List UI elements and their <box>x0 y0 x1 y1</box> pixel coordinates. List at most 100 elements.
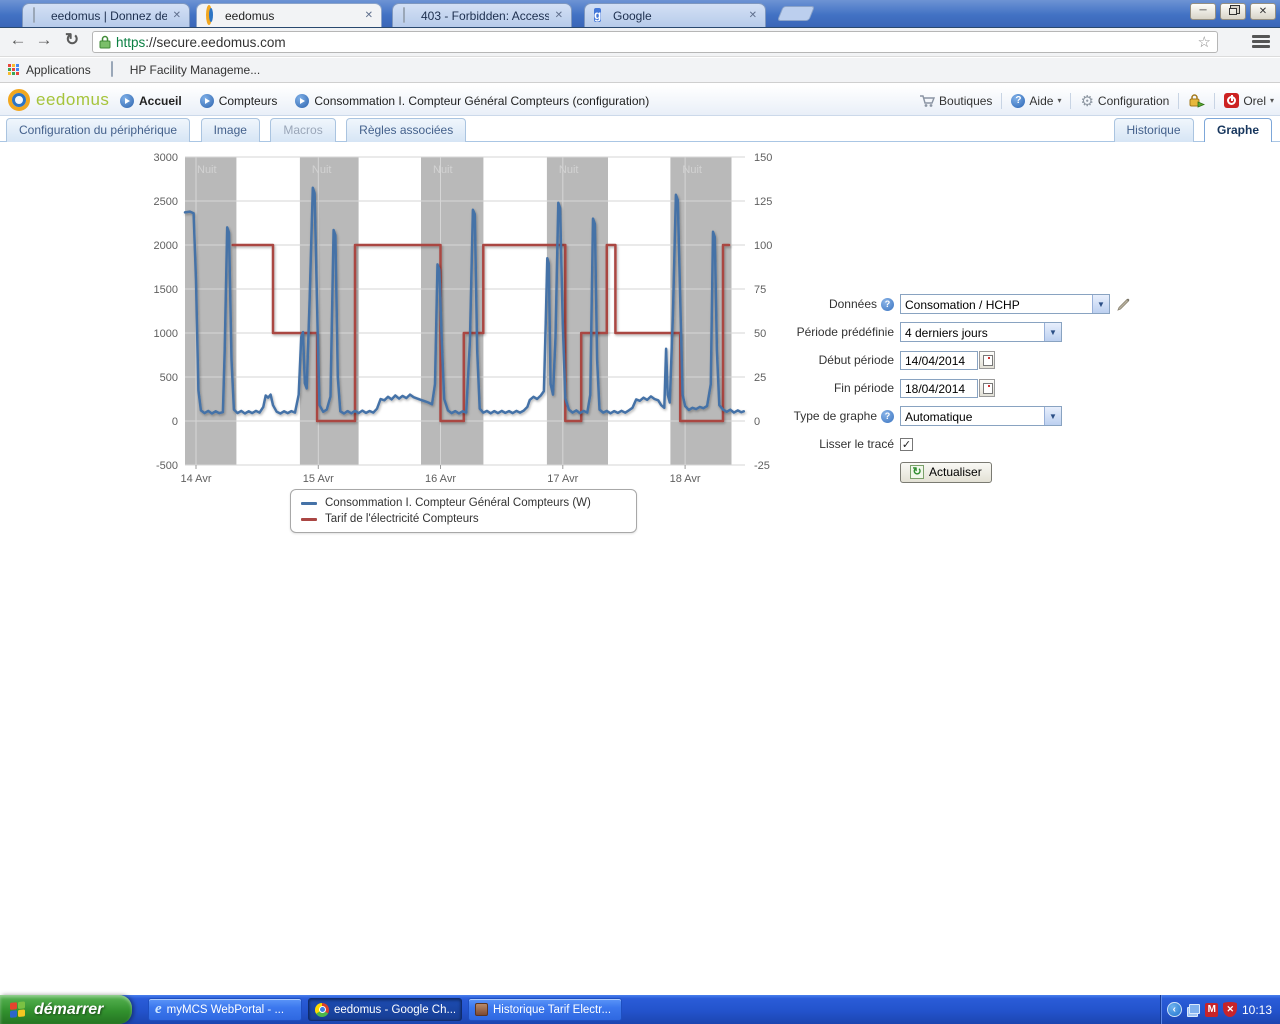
tray-collapse-icon[interactable]: ‹ <box>1167 1002 1182 1017</box>
browser-titlebar: eedomus | Donnez de l'intelli ✕ eedomus … <box>0 0 1280 28</box>
svg-text:50: 50 <box>754 328 766 340</box>
network-icon[interactable] <box>1187 1004 1200 1016</box>
menu-configuration[interactable]: ⚙ Configuration <box>1080 92 1169 110</box>
edit-pencil-icon[interactable] <box>1116 296 1132 312</box>
tab-title: eedomus | Donnez de l'intelli <box>51 9 167 23</box>
svg-text:Nuit: Nuit <box>682 164 702 176</box>
chrome-menu-icon[interactable] <box>1252 35 1270 50</box>
taskbar-item-mymcs[interactable]: e myMCS WebPortal - ... <box>148 998 302 1021</box>
close-icon[interactable]: ✕ <box>747 10 759 21</box>
fin-periode-input[interactable]: 18/04/2014 <box>900 379 978 398</box>
breadcrumb-device[interactable]: Consommation I. Compteur Général Compteu… <box>295 94 649 108</box>
tab-graphe[interactable]: Graphe <box>1204 118 1272 142</box>
calendar-icon[interactable] <box>979 351 995 369</box>
calendar-icon[interactable] <box>979 379 995 397</box>
legend-item-consumption[interactable]: Consommation I. Compteur Général Compteu… <box>301 495 626 511</box>
browser-toolbar: ← → ↻ https://secure.eedomus.com ☆ <box>0 28 1280 57</box>
windows-flag-icon <box>10 1001 27 1019</box>
legend-item-tariff[interactable]: Tarif de l'électricité Compteurs <box>301 511 626 527</box>
breadcrumb-accueil[interactable]: Accueil <box>120 94 182 108</box>
tab-configuration-peripherique[interactable]: Configuration du périphérique <box>6 118 190 142</box>
security-alert-icon[interactable]: ✕ <box>1223 1002 1236 1017</box>
svg-text:Nuit: Nuit <box>559 164 579 176</box>
debut-periode-input[interactable]: 14/04/2014 <box>900 351 978 370</box>
svg-text:25: 25 <box>754 372 766 384</box>
svg-text:125: 125 <box>754 196 772 208</box>
close-button[interactable]: ✕ <box>1250 3 1276 20</box>
address-bar[interactable]: https://secure.eedomus.com ☆ <box>92 31 1218 53</box>
help-icon[interactable]: ? <box>881 410 894 423</box>
browser-tab-4[interactable]: g Google ✕ <box>584 3 766 27</box>
padlock-icon <box>99 35 111 49</box>
svg-text:Nuit: Nuit <box>197 164 217 176</box>
eedomus-logo[interactable]: eedomus <box>8 89 109 111</box>
taskbar-item-historique[interactable]: Historique Tarif Electr... <box>468 998 622 1021</box>
form-row-lisser: Lisser le tracé ✓ <box>778 430 1148 458</box>
close-icon[interactable]: ✕ <box>363 10 375 21</box>
webpage: eedomus Accueil Compteurs Consommation I… <box>0 84 1280 995</box>
menu-aide[interactable]: ? Aide ▾ <box>1011 94 1061 108</box>
svg-text:Nuit: Nuit <box>312 164 332 176</box>
chevron-down-icon: ▾ <box>1270 96 1274 105</box>
window-controls: ─ ✕ <box>1190 3 1276 20</box>
chevron-down-icon: ▼ <box>1044 407 1061 425</box>
start-button[interactable]: démarrer <box>0 995 132 1024</box>
tab-regles-associees[interactable]: Règles associées <box>346 118 466 142</box>
gear-icon: ⚙ <box>1080 92 1093 110</box>
antivirus-icon[interactable]: M <box>1205 1003 1218 1017</box>
form-row-debut-periode: Début période 14/04/2014 <box>778 346 1148 374</box>
menu-boutiques[interactable]: Boutiques <box>919 94 992 108</box>
chevron-down-icon: ▼ <box>1044 323 1061 341</box>
help-icon[interactable]: ? <box>881 298 894 311</box>
close-icon[interactable]: ✕ <box>553 10 565 21</box>
close-icon[interactable]: ✕ <box>171 10 183 21</box>
forward-icon[interactable]: → <box>32 30 56 50</box>
page-icon <box>109 62 125 78</box>
svg-text:18 Avr: 18 Avr <box>670 473 701 485</box>
graph-form: Données? Consomation / HCHP ▼ Période pr… <box>778 290 1148 483</box>
document-icon <box>475 1003 488 1016</box>
type-graphe-select[interactable]: Automatique ▼ <box>900 406 1062 426</box>
form-row-submit: ↻ Actualiser <box>778 458 1148 483</box>
reload-icon[interactable]: ↻ <box>60 30 84 50</box>
cart-icon <box>919 94 935 108</box>
chrome-icon <box>315 1003 329 1017</box>
actualiser-button[interactable]: ↻ Actualiser <box>900 462 992 483</box>
browser-tab-3[interactable]: 403 - Forbidden: Access is d ✕ <box>392 3 572 27</box>
bookmark-star-icon[interactable]: ☆ <box>1198 33 1211 51</box>
periode-select[interactable]: 4 derniers jours ▼ <box>900 322 1062 342</box>
tab-historique[interactable]: Historique <box>1114 118 1194 142</box>
svg-text:150: 150 <box>754 152 772 164</box>
form-row-type-graphe: Type de graphe? Automatique ▼ <box>778 402 1148 430</box>
site-header: eedomus Accueil Compteurs Consommation I… <box>0 86 1280 116</box>
internet-explorer-icon: e <box>155 1001 162 1018</box>
page-icon <box>31 8 47 24</box>
taskbar: démarrer e myMCS WebPortal - ... eedomus… <box>0 995 1280 1024</box>
donnees-select[interactable]: Consomation / HCHP ▼ <box>900 294 1110 314</box>
browser-tab-1[interactable]: eedomus | Donnez de l'intelli ✕ <box>22 3 190 27</box>
taskbar-item-eedomus[interactable]: eedomus - Google Ch... <box>308 998 462 1021</box>
tab-image[interactable]: Image <box>201 118 260 142</box>
lisser-checkbox[interactable]: ✓ <box>900 438 913 451</box>
tab-title: Google <box>613 9 743 23</box>
menu-user-orel[interactable]: Orel ▾ <box>1224 93 1274 108</box>
svg-text:100: 100 <box>754 240 772 252</box>
breadcrumb-compteurs[interactable]: Compteurs <box>200 94 278 108</box>
chevron-down-icon: ▾ <box>1057 96 1061 105</box>
new-tab-button[interactable] <box>777 6 815 21</box>
bookmark-applications[interactable]: Applications <box>8 63 91 77</box>
refresh-icon: ↻ <box>910 465 924 479</box>
consumption-chart: 14 Avr15 Avr16 Avr17 Avr18 Avr-500050010… <box>140 150 790 490</box>
restore-button[interactable] <box>1220 3 1246 20</box>
back-icon[interactable]: ← <box>6 30 30 50</box>
session-lock[interactable] <box>1188 93 1205 108</box>
eedomus-icon <box>205 8 221 24</box>
form-row-fin-periode: Fin période 18/04/2014 <box>778 374 1148 402</box>
bookmark-hp-facility[interactable]: HP Facility Manageme... <box>109 62 261 78</box>
browser-tab-2[interactable]: eedomus ✕ <box>196 3 382 27</box>
minimize-button[interactable]: ─ <box>1190 3 1216 20</box>
google-icon: g <box>593 8 609 24</box>
svg-text:75: 75 <box>754 284 766 296</box>
legend-swatch <box>301 518 317 521</box>
svg-text:-500: -500 <box>156 460 178 472</box>
